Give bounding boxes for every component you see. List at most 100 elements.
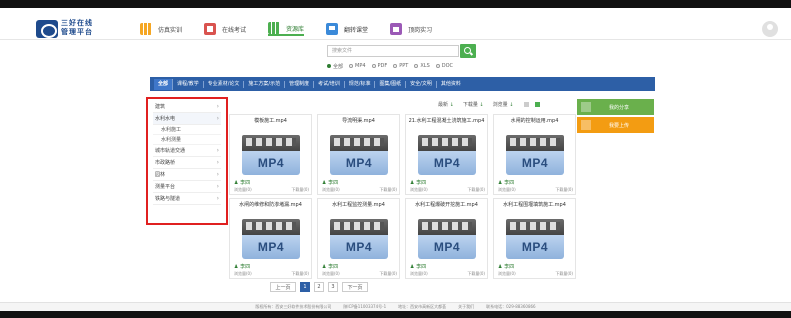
chevron-right-icon: › [216,103,219,110]
page-button-1[interactable]: 1 [300,282,310,292]
filetype-label: MP4 [355,63,366,69]
list-view-icon[interactable] [524,101,530,107]
card-stats: 浏览量(0) 下载量(0) [234,187,309,193]
chevron-right-icon: › [216,159,219,166]
card-stats: 浏览量(0) 下载量(0) [410,271,485,277]
grid-view-icon[interactable] [535,101,541,107]
nav-item-exam[interactable]: 在线考试 [204,22,246,36]
sidebar-item-municipal[interactable]: 市政路桥 › [153,157,221,169]
footer-about-link[interactable]: 关于我们 [458,304,474,310]
chevron-right-icon: › [216,183,219,190]
footer-icp: 陕ICP备11003374号-1 [343,304,387,309]
mp4-file-icon: MP4 [506,219,564,259]
view-count: 浏览量(0) [410,271,428,276]
pagination: 上一页 1 2 3 下一页 [270,282,372,292]
prev-page-button[interactable]: 上一页 [270,282,296,292]
search-input[interactable]: 搜索文件 [327,45,459,57]
nav-item-classroom[interactable]: 翻转课堂 [326,22,368,36]
next-page-button[interactable]: 下一页 [342,282,368,292]
category-teaching[interactable]: 课程/教学 [173,80,204,88]
card-title: 水利工程监控测量.mp4 [332,202,385,208]
sidebar-subitem-water-survey[interactable]: 水利测量 [153,135,221,145]
search-button[interactable] [460,44,476,58]
filetype-ppt[interactable]: PPT [393,62,408,70]
radio-icon [327,64,331,68]
sidebar-item-railway[interactable]: 铁路与隧道 › [153,193,221,205]
sidebar-item-label: 测量平台 [155,184,176,190]
resource-card[interactable]: 模板施工.mp4 MP4 ♟ 李四 浏览量(0) 下载量(0) [229,114,312,195]
category-construction-plans[interactable]: 施工方案/示范 [244,80,286,88]
author-name: 李四 [240,180,251,186]
footer: 版权所有：西安三好软件技术股份有限公司 陕ICP备11003374号-1 地址：… [0,302,791,311]
category-safety[interactable]: 安全/文明 [406,80,437,88]
sidebar-item-landscape[interactable]: 园林 › [153,169,221,181]
category-all[interactable]: 全部 [154,78,174,90]
view-count: 浏览量(0) [234,187,252,192]
filetype-pdf[interactable]: PDF [371,62,387,70]
resource-card[interactable]: 21.水利工程混凝土浇筑施工.mp4 MP4 ♟ 李四 浏览量(0) 下载量(0) [405,114,488,195]
arrow-down-icon: ↓ [479,101,484,108]
filetype-doc[interactable]: DOC [435,62,453,70]
my-share-button[interactable]: 我的分享 [577,99,654,115]
upload-button[interactable]: 我要上传 [577,117,654,133]
card-title: 水利工程爆破开挖施工.mp4 [415,202,478,208]
resource-card[interactable]: 水利工程爆破开挖施工.mp4 MP4 ♟ 李四 浏览量(0) 下载量(0) [405,198,488,279]
category-bar: 全部 课程/教学 专业素材/论文 施工方案/示范 管理制度 考试/培训 规范/标… [150,77,655,91]
sort-views[interactable]: 浏览量 ↓ [493,101,514,108]
resource-card[interactable]: 水利工程围堰填筑施工.mp4 MP4 ♟ 李四 浏览量(0) 下载量(0) [493,198,576,279]
filetype-all[interactable]: 全部 [327,62,343,70]
nav-label: 在线考试 [222,26,247,34]
category-exam-training[interactable]: 考试/培训 [314,80,345,88]
mp4-file-icon: MP4 [506,135,564,175]
card-stats: 浏览量(0) 下载量(0) [322,271,397,277]
sidebar-subitem-water-construction[interactable]: 水利施工 [153,125,221,135]
filetype-mp4[interactable]: MP4 [349,62,366,70]
page-button-3[interactable]: 3 [328,282,338,292]
category-management[interactable]: 管理制度 [285,80,315,88]
upload-icon [581,120,591,130]
mp4-file-icon: MP4 [418,135,476,175]
chevron-right-icon: › [216,195,219,202]
sidebar-item-metro[interactable]: 城市轨道交通 › [153,145,221,157]
resource-card[interactable]: 导流明渠.mp4 MP4 ♟ 李四 浏览量(0) 下载量(0) [317,114,400,195]
card-author: ♟ 李四 [234,264,251,270]
thumb-label: MP4 [257,240,285,254]
sidebar-item-water-conservancy[interactable]: 水利水电 › [153,113,221,125]
sidebar-item-survey-platform[interactable]: 测量平台 › [153,181,221,193]
download-count: 下载量(0) [379,187,397,192]
page-button-2[interactable]: 2 [314,282,324,292]
resource-card[interactable]: 水利工程监控测量.mp4 MP4 ♟ 李四 浏览量(0) 下载量(0) [317,198,400,279]
card-author: ♟ 李四 [322,180,339,186]
radio-icon [349,64,354,68]
category-materials[interactable]: 专业素材/论文 [204,80,245,88]
category-drawings[interactable]: 图集/图纸 [375,80,407,88]
card-author: ♟ 李四 [322,264,339,270]
nav-item-internship[interactable]: 顶岗实习 [390,22,432,36]
nav-item-library[interactable]: 资源库 [268,22,305,36]
resource-card[interactable]: 水闸的维修和防渗堵漏.mp4 MP4 ♟ 李四 浏览量(0) 下载量(0) [229,198,312,279]
arrow-down-icon: ↓ [449,101,454,108]
filetype-label: PPT [399,63,409,69]
nav-item-simulation[interactable]: 仿真实训 [140,22,182,36]
download-count: 下载量(0) [555,271,573,276]
nav-label: 翻转课堂 [344,26,369,34]
exam-icon [204,23,217,35]
card-title: 水利工程围堰填筑施工.mp4 [503,202,566,208]
filetype-filter: 全部 MP4 PDF PPT XLS DOC [327,62,459,70]
chevron-right-icon: › [216,171,219,178]
radio-icon [393,64,398,68]
sort-downloads[interactable]: 下载量 ↓ [463,101,484,108]
sidebar-item-building[interactable]: 建筑 › [153,101,221,113]
sort-latest[interactable]: 最新 ↓ [438,101,454,108]
filetype-xls[interactable]: XLS [414,62,430,70]
resource-card[interactable]: 水闸的控制运用.mp4 MP4 ♟ 李四 浏览量(0) 下载量(0) [493,114,576,195]
download-count: 下载量(0) [291,187,309,192]
user-icon [581,102,591,112]
user-avatar[interactable] [762,21,778,37]
category-standards[interactable]: 规范/标准 [345,80,376,88]
window-frame-top [0,0,791,8]
thumb-label: MP4 [345,156,373,170]
sidebar-item-label: 市政路桥 [155,160,176,166]
card-stats: 浏览量(0) 下载量(0) [322,187,397,193]
category-other[interactable]: 其他资料 [437,81,465,88]
